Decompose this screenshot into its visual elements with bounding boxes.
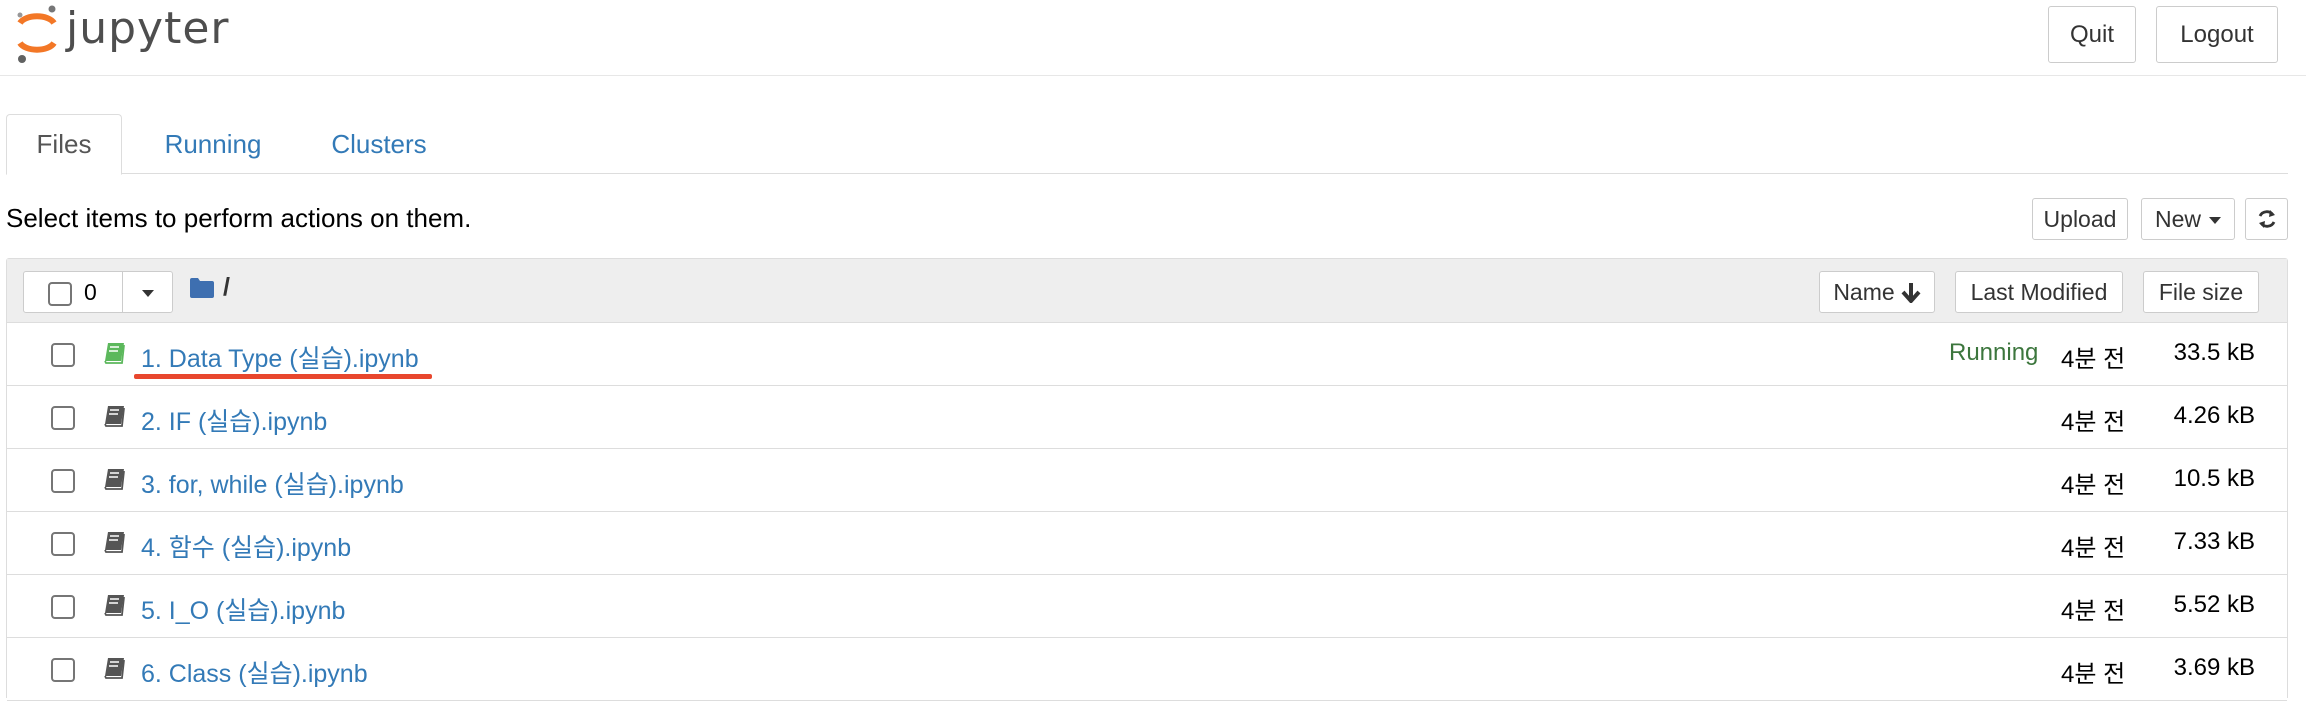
folder-icon[interactable] [189,277,215,299]
file-name-link[interactable]: 3. for, while (실습).ipynb [141,465,404,501]
list-item[interactable]: 6. Class (실습).ipynb 4분 전 3.69 kB [7,638,2287,701]
quit-button[interactable]: Quit [2048,6,2136,63]
file-size: 10.5 kB [2173,465,2255,492]
running-status: Running [1949,339,2039,366]
last-modified: 4분 전 [2061,535,2126,562]
row-checkbox[interactable] [51,406,75,430]
notebook-running-icon [104,343,125,364]
new-button-label: New [2154,205,2201,232]
file-size: 4.26 kB [2173,402,2255,429]
tab-files[interactable]: Files [6,114,122,175]
chevron-down-icon [142,290,154,297]
last-modified: 4분 전 [2061,472,2126,499]
file-size: 7.33 kB [2173,528,2255,555]
file-size: 33.5 kB [2173,339,2255,366]
tab-running[interactable]: Running [146,114,280,175]
sort-name-label: Name [1833,278,1895,305]
row-checkbox[interactable] [51,532,75,556]
last-modified: 4분 전 [2061,598,2126,625]
notebook-icon [104,532,125,553]
jupyter-logo[interactable]: jupyter [14,3,234,65]
file-name-link[interactable]: 4. 함수 (실습).ipynb [141,528,351,564]
list-item[interactable]: 5. I_O (실습).ipynb 4분 전 5.52 kB [7,575,2287,638]
notebook-icon [104,658,125,679]
refresh-button[interactable] [2245,198,2288,240]
last-modified: 4분 전 [2061,661,2126,688]
file-name-link[interactable]: 1. Data Type (실습).ipynb [141,339,419,375]
row-checkbox[interactable] [51,595,75,619]
list-item[interactable]: 2. IF (실습).ipynb 4분 전 4.26 kB [7,386,2287,449]
sort-by-modified-button[interactable]: Last Modified [1955,271,2123,313]
sort-by-name-button[interactable]: Name [1819,271,1935,313]
refresh-icon [2258,210,2275,228]
row-checkbox[interactable] [51,469,75,493]
file-size: 5.52 kB [2173,591,2255,618]
file-size: 3.69 kB [2173,654,2255,681]
new-button[interactable]: New [2141,198,2235,240]
upload-button[interactable]: Upload [2032,198,2128,240]
chevron-down-icon [2209,217,2221,224]
list-item[interactable]: 3. for, while (실습).ipynb 4분 전 10.5 kB [7,449,2287,512]
notebook-icon [104,469,125,490]
breadcrumb-root[interactable]: / [223,273,230,302]
annotation-underline [134,374,432,379]
logout-button[interactable]: Logout [2156,6,2278,63]
select-all-dropdown[interactable]: 0 [23,271,173,313]
selected-count: 0 [84,279,97,305]
row-checkbox[interactable] [51,343,75,367]
list-item[interactable]: 4. 함수 (실습).ipynb 4분 전 7.33 kB [7,512,2287,575]
last-modified: 4분 전 [2061,346,2126,373]
select-menu-toggle[interactable] [122,271,173,313]
listing-header: 0 / Name Last Modified File size [7,259,2287,323]
file-name-link[interactable]: 5. I_O (실습).ipynb [141,591,345,627]
row-checkbox[interactable] [51,658,75,682]
sort-by-size-button[interactable]: File size [2143,271,2259,313]
logo-text: jupyter [66,3,230,54]
file-name-link[interactable]: 2. IF (실습).ipynb [141,402,327,438]
header: jupyter Quit Logout [0,0,2306,76]
file-listing: 0 / Name Last Modified File size 1. Data… [6,258,2288,701]
tab-bar: Files Running Clusters [6,114,2288,175]
selection-hint: Select items to perform actions on them. [6,203,472,233]
jupyter-logo-icon [17,5,57,63]
tab-clusters[interactable]: Clusters [312,114,446,175]
file-name-link[interactable]: 6. Class (실습).ipynb [141,654,368,690]
last-modified: 4분 전 [2061,409,2126,436]
notebook-icon [104,406,125,427]
arrow-down-icon [1901,283,1921,303]
notebook-icon [104,595,125,616]
select-all-checkbox[interactable] [48,282,72,306]
